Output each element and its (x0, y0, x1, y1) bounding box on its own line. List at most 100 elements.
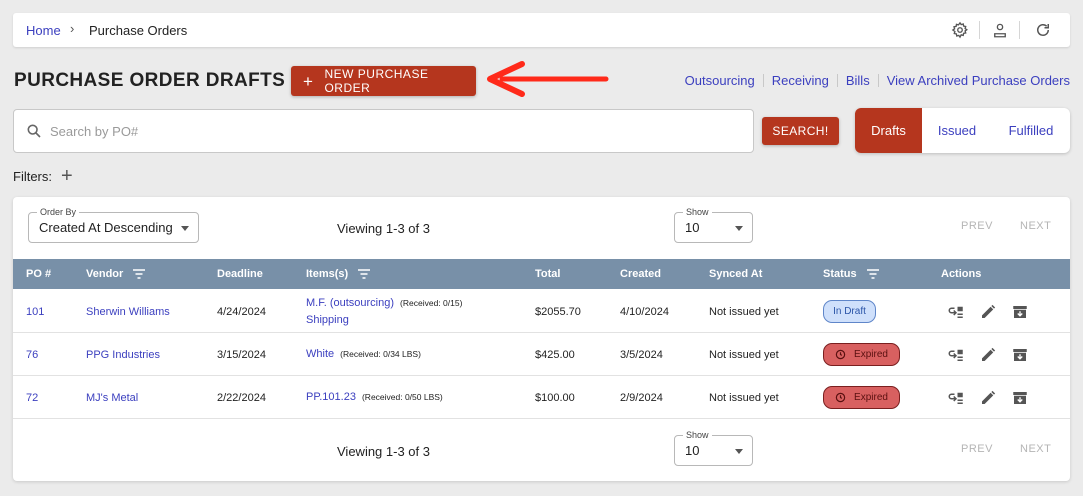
chevron-down-icon (735, 226, 743, 231)
link-outsourcing[interactable]: Outsourcing (685, 73, 755, 88)
convert-icon[interactable] (947, 346, 965, 364)
col-actions: Actions (941, 268, 982, 280)
col-items-label: Items(s) (306, 268, 349, 280)
col-deadline: Deadline (217, 268, 263, 280)
breadcrumb-current: Purchase Orders (89, 23, 188, 38)
deadline: 4/24/2024 (217, 306, 266, 318)
archive-icon[interactable] (1011, 389, 1029, 407)
search-button[interactable]: SEARCH! (762, 117, 839, 145)
link-separator (836, 74, 838, 87)
page-size-value: 10 (685, 220, 700, 235)
link-separator (762, 74, 764, 87)
viewing-count: Viewing 1-3 of 3 (337, 444, 430, 459)
archive-icon[interactable] (1011, 346, 1029, 364)
link-receiving[interactable]: Receiving (772, 73, 829, 88)
status-label: In Draft (833, 306, 866, 317)
prev-button[interactable]: PREV (961, 443, 993, 455)
vendor-link[interactable]: MJ's Metal (86, 392, 138, 404)
search-icon (27, 124, 41, 138)
filter-icon[interactable] (866, 269, 879, 279)
item-link[interactable]: White (306, 348, 334, 360)
po-number-link[interactable]: 72 (26, 392, 38, 404)
col-po: PO # (26, 268, 52, 280)
po-number-link[interactable]: 76 (26, 349, 38, 361)
edit-icon[interactable] (979, 346, 997, 364)
page-size-label: Show (683, 206, 712, 218)
col-items[interactable]: Items(s) (306, 268, 371, 280)
table-header: PO # Vendor Deadline Items(s) Total Crea… (13, 259, 1070, 289)
status-badge: Expired (823, 386, 900, 409)
deadline: 3/15/2024 (217, 349, 266, 361)
table-row: 76 PPG Industries 3/15/2024 White (Receiv… (13, 333, 1070, 376)
page-size-value: 10 (685, 443, 700, 458)
filters-bar: Filters: + (13, 166, 73, 186)
item-link[interactable]: Shipping (306, 314, 349, 326)
link-archived-purchase-orders[interactable]: View Archived Purchase Orders (887, 73, 1070, 88)
synced-at: Not issued yet (709, 306, 779, 318)
tab-drafts[interactable]: Drafts (855, 108, 922, 153)
synced-at: Not issued yet (709, 392, 779, 404)
tab-fulfilled[interactable]: Fulfilled (992, 108, 1070, 153)
user-upload-icon[interactable] (991, 21, 1009, 39)
vendor-link[interactable]: Sherwin Williams (86, 306, 170, 318)
item-line: PP.101.23 (Received: 0/50 LBS) (306, 391, 443, 403)
table-row: 72 MJ's Metal 2/22/2024 PP.101.23 (Receiv… (13, 376, 1070, 419)
received-qty: (Received: 0/34 LBS) (340, 349, 421, 359)
total: $100.00 (535, 392, 575, 404)
synced-at: Not issued yet (709, 349, 779, 361)
breadcrumb-separator: › (70, 21, 75, 36)
toolbar-divider (1019, 21, 1020, 39)
next-button[interactable]: NEXT (1020, 443, 1051, 455)
new-purchase-order-label: NEW PURCHASE ORDER (324, 67, 429, 95)
received-qty: (Received: 0/50 LBS) (361, 392, 443, 402)
prev-button[interactable]: PREV (961, 220, 993, 232)
link-separator (877, 74, 879, 87)
viewing-count: Viewing 1-3 of 3 (337, 221, 430, 236)
status-badge: Expired (823, 343, 900, 366)
filter-icon[interactable] (358, 269, 371, 279)
item-link[interactable]: PP.101.23 (306, 391, 356, 403)
filter-icon[interactable] (133, 269, 146, 279)
archive-icon[interactable] (1011, 303, 1029, 321)
page-size-select[interactable]: Show 10 (674, 429, 753, 466)
total: $425.00 (535, 349, 575, 361)
clock-icon (835, 392, 846, 403)
refresh-icon[interactable] (1034, 21, 1052, 39)
top-bar: Home › Purchase Orders (13, 13, 1070, 47)
edit-icon[interactable] (979, 389, 997, 407)
order-by-value: Created At Descending (39, 220, 173, 235)
new-purchase-order-button[interactable]: + NEW PURCHASE ORDER (291, 66, 476, 96)
col-synced-at: Synced At (709, 268, 763, 280)
col-status[interactable]: Status (823, 268, 879, 280)
purchase-orders-card: Order By Created At Descending Viewing 1… (13, 197, 1070, 481)
status-label: Expired (854, 349, 888, 360)
convert-icon[interactable] (947, 303, 965, 321)
item-link[interactable]: M.F. (outsourcing) (306, 297, 394, 309)
tab-issued[interactable]: Issued (922, 108, 992, 153)
convert-icon[interactable] (947, 389, 965, 407)
next-button[interactable]: NEXT (1020, 220, 1051, 232)
table-row: 101 Sherwin Williams 4/24/2024 M.F. (out… (13, 290, 1070, 333)
status-badge: In Draft (823, 300, 876, 323)
page-size-select[interactable]: Show 10 (674, 206, 753, 243)
quick-links: Outsourcing Receiving Bills View Archive… (685, 73, 1070, 88)
edit-icon[interactable] (979, 303, 997, 321)
created-date: 4/10/2024 (620, 306, 669, 318)
order-by-select[interactable]: Order By Created At Descending (28, 206, 199, 243)
po-number-link[interactable]: 101 (26, 306, 44, 318)
gear-icon[interactable] (951, 21, 969, 39)
clock-icon (835, 349, 846, 360)
page-size-label: Show (683, 429, 712, 441)
add-filter-button[interactable]: + (61, 166, 73, 186)
status-tabs: Drafts Issued Fulfilled (855, 108, 1070, 153)
breadcrumb-home[interactable]: Home (26, 23, 61, 38)
link-bills[interactable]: Bills (846, 73, 870, 88)
chevron-down-icon (735, 449, 743, 454)
vendor-link[interactable]: PPG Industries (86, 349, 160, 361)
received-qty: (Received: 0/15) (400, 298, 463, 308)
created-date: 2/9/2024 (620, 392, 663, 404)
col-vendor[interactable]: Vendor (86, 268, 146, 280)
search-input[interactable] (50, 120, 740, 142)
annotation-arrow-icon (487, 61, 609, 97)
item-line: White (Received: 0/34 LBS) (306, 348, 421, 360)
